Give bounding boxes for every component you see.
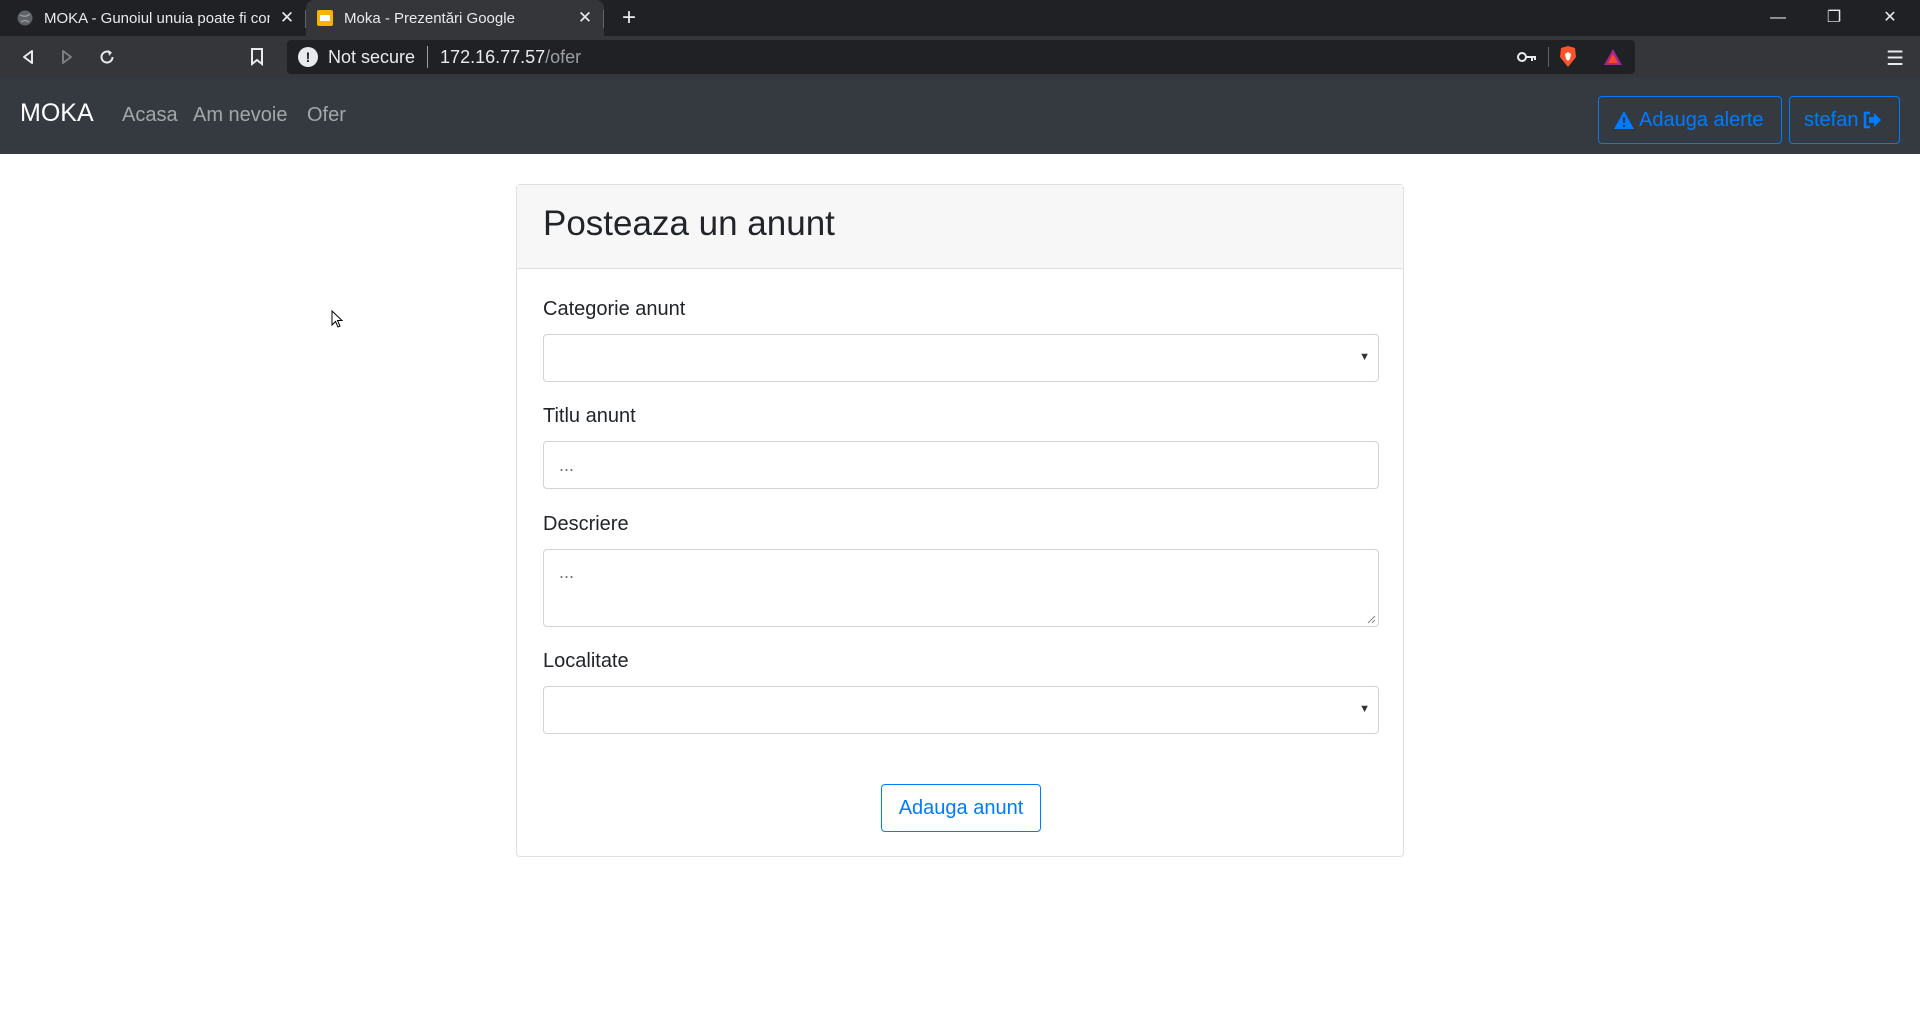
address-separator bbox=[427, 46, 429, 68]
post-ad-card: Posteaza un anunt Categorie anunt ▼ Titl… bbox=[516, 184, 1404, 857]
chevron-down-icon: ▼ bbox=[1359, 703, 1370, 715]
back-icon[interactable] bbox=[14, 43, 42, 71]
browser-toolbar: ! Not secure 172.16.77.57/ofer ☰ bbox=[0, 36, 1920, 78]
title-placeholder: ... bbox=[559, 454, 575, 475]
category-label: Categorie anunt bbox=[543, 298, 686, 320]
globe-icon bbox=[17, 10, 33, 26]
minimize-icon[interactable]: — bbox=[1750, 0, 1806, 36]
close-tab-icon[interactable]: ✕ bbox=[576, 8, 594, 28]
security-label: Not secure bbox=[328, 46, 416, 67]
warning-icon bbox=[1614, 111, 1634, 129]
reload-icon[interactable] bbox=[93, 43, 121, 71]
info-icon[interactable]: ! bbox=[298, 47, 318, 67]
slides-icon bbox=[317, 10, 333, 26]
nav-link-ofer[interactable]: Ofer bbox=[307, 104, 346, 127]
username-label: stefan bbox=[1804, 108, 1859, 131]
close-tab-icon[interactable]: ✕ bbox=[278, 8, 296, 28]
url-host: 172.16.77.57 bbox=[440, 46, 546, 67]
tab-title: MOKA - Gunoiul unuia poate fi comoara al… bbox=[44, 9, 270, 27]
add-alerts-button[interactable]: Adauga alerte bbox=[1598, 96, 1782, 144]
new-tab-button[interactable]: + bbox=[615, 4, 643, 32]
restore-icon[interactable]: ❐ bbox=[1806, 0, 1862, 36]
description-textarea[interactable]: ... bbox=[543, 549, 1379, 627]
card-header: Posteaza un anunt bbox=[517, 185, 1403, 269]
mouse-cursor-icon bbox=[331, 310, 344, 328]
user-logout-button[interactable]: stefan bbox=[1789, 96, 1900, 144]
description-label: Descriere bbox=[543, 513, 629, 535]
browser-menu-icon[interactable]: ☰ bbox=[1886, 46, 1904, 71]
app-navbar: MOKA Acasa Am nevoie Ofer Adauga alerte … bbox=[0, 78, 1920, 154]
brave-shield-icon[interactable] bbox=[1558, 45, 1578, 69]
address-bar[interactable]: ! Not secure 172.16.77.57/ofer bbox=[287, 40, 1635, 74]
tab-google-slides[interactable]: Moka - Prezentări Google ✕ bbox=[306, 0, 604, 36]
key-icon[interactable] bbox=[1517, 50, 1537, 64]
close-window-icon[interactable]: ✕ bbox=[1862, 0, 1918, 36]
url-path: /ofer bbox=[545, 46, 582, 67]
chevron-down-icon: ▼ bbox=[1359, 351, 1370, 363]
forward-icon[interactable] bbox=[53, 43, 81, 71]
brand-logo[interactable]: MOKA bbox=[20, 99, 94, 128]
brave-rewards-icon[interactable] bbox=[1602, 47, 1624, 67]
description-placeholder: ... bbox=[559, 562, 575, 582]
browser-tab-bar: MOKA - Gunoiul unuia poate fi comoara al… bbox=[0, 0, 1920, 36]
tab-moka-site[interactable]: MOKA - Gunoiul unuia poate fi comoara al… bbox=[6, 0, 306, 36]
sign-out-icon bbox=[1864, 111, 1882, 129]
add-ad-button[interactable]: Adauga anunt bbox=[881, 784, 1041, 832]
locality-select[interactable]: ▼ bbox=[543, 686, 1379, 734]
title-input[interactable]: ... bbox=[543, 441, 1379, 489]
nav-link-am-nevoie[interactable]: Am nevoie bbox=[193, 104, 288, 127]
nav-link-acasa[interactable]: Acasa bbox=[122, 104, 178, 127]
add-alerts-label: Adauga alerte bbox=[1639, 108, 1764, 131]
toolbar-separator bbox=[1548, 47, 1549, 67]
title-label: Titlu anunt bbox=[543, 405, 636, 427]
locality-label: Localitate bbox=[543, 650, 629, 672]
bookmark-icon[interactable] bbox=[243, 43, 271, 71]
tab-title: Moka - Prezentări Google bbox=[344, 9, 515, 27]
category-select[interactable]: ▼ bbox=[543, 334, 1379, 382]
resize-handle-icon[interactable] bbox=[1366, 614, 1376, 624]
tab-separator bbox=[603, 10, 604, 28]
page-title: Posteaza un anunt bbox=[543, 204, 835, 243]
